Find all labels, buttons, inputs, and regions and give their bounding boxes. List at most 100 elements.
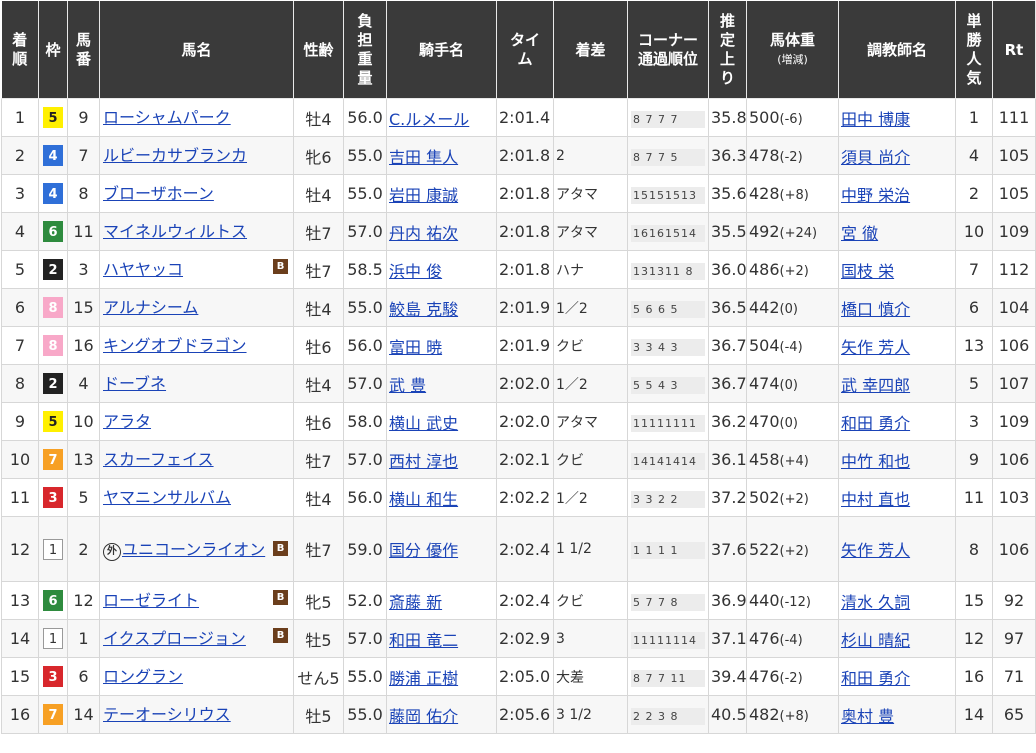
rating-value: 65 [1003,705,1025,724]
jockey-link[interactable]: 横山 武史 [389,414,458,433]
jockey-link[interactable]: 鮫島 克駿 [389,300,458,319]
weight-cell: 57.0 [343,212,387,251]
trainer-link[interactable]: 清水 久詞 [841,593,910,612]
rt-cell: 109 [992,212,1036,251]
jockey-link[interactable]: 吉田 隼人 [389,148,458,167]
bodyweight-diff: (0) [779,302,798,317]
rank-cell: 14 [1,619,39,658]
waku-badge: 7 [43,449,63,470]
trainer-link[interactable]: 和田 勇介 [841,669,910,688]
horse-name-link[interactable]: ドーブネ [103,374,166,393]
jockey-link[interactable]: 富田 暁 [389,338,442,357]
margin-cell: クビ [553,440,628,479]
time-cell: 2:01.8 [496,174,554,213]
jockey-link[interactable]: 国分 優作 [389,541,458,560]
horse-name-link[interactable]: ヤマニンサルバム [103,488,231,507]
horse-name-link[interactable]: アラタ [103,412,151,431]
weight-cell: 58.0 [343,402,387,441]
waku-badge: 5 [43,411,63,432]
rank-cell: 8 [1,364,39,403]
jockey-link[interactable]: 藤岡 佑介 [389,707,458,726]
horse-name-link[interactable]: ローゼライト [103,591,199,610]
time-cell: 2:01.4 [496,98,554,137]
h-weight-line: 負 [357,11,373,30]
trainer-link[interactable]: 須貝 尚介 [841,148,910,167]
bodyweight-value: 502 [749,488,780,507]
popularity-value: 2 [968,184,980,203]
trainer-link[interactable]: 中野 栄治 [841,186,910,205]
trainer-link[interactable]: 橋口 慎介 [841,300,910,319]
jockey-cell: 鮫島 克駿 [386,288,497,327]
horse-name-link[interactable]: ハヤヤッコ [103,260,183,279]
time-value: 2:02.0 [499,374,551,393]
last3f-cell: 35.6 [708,174,747,213]
trainer-link[interactable]: 中竹 和也 [841,452,910,471]
weight-value: 55.0 [347,298,383,317]
trainer-link[interactable]: 和田 勇介 [841,414,910,433]
popularity-value: 3 [968,412,980,431]
jockey-link[interactable]: 和田 竜二 [389,631,458,650]
waku-cell: 1 [38,516,68,582]
h-last3f-line: 上 [719,49,735,68]
trainer-cell: 国枝 栄 [838,250,956,289]
horse-name-link[interactable]: マイネルウィルトス [103,222,247,241]
horse-name-link[interactable]: キングオブドラゴン [103,336,247,355]
horse-name-link[interactable]: ブローザホーン [103,184,214,203]
trainer-cell: 中村 直也 [838,478,956,517]
rt-cell: 65 [992,695,1036,734]
horse-name-link[interactable]: ルビーカサブランカ [103,146,247,165]
last3f-cell: 36.2 [708,402,747,441]
time-value: 2:01.8 [499,222,551,241]
horse-cell: ロングラン [99,657,294,696]
trainer-link[interactable]: 矢作 芳人 [841,541,910,560]
trainer-link[interactable]: 中村 直也 [841,490,910,509]
umaban-value: 11 [73,222,94,241]
margin-cell: ハナ [553,250,628,289]
jockey-link[interactable]: 勝浦 正樹 [389,669,458,688]
trainer-link[interactable]: 矢作 芳人 [841,338,910,357]
margin-value: クビ [556,338,584,355]
popularity-value: 10 [963,222,985,241]
horse-name-link[interactable]: アルナシーム [103,298,198,317]
bodyweight-value: 428 [749,184,780,203]
jockey-link[interactable]: 斎藤 新 [389,593,442,612]
blinker-badge: B [273,259,288,274]
horse-cell: イクスプロージョン B [99,619,294,658]
jockey-link[interactable]: 横山 和生 [389,490,458,509]
trainer-link[interactable]: 杉山 晴紀 [841,631,910,650]
trainer-cell: 武 幸四郎 [838,364,956,403]
rank-value: 8 [14,374,26,393]
header-bodyweight: 馬体重 (増減) [746,1,839,99]
jockey-link[interactable]: 西村 淳也 [389,452,458,471]
corner-cell: 16161514 [627,212,709,251]
horse-name-link[interactable]: ローシャムパーク [103,108,231,127]
margin-cell: クビ [553,326,628,365]
horse-name-link[interactable]: スカーフェイス [103,450,214,469]
jockey-link[interactable]: 岩田 康誠 [389,186,458,205]
last3f-value: 39.4 [711,667,747,686]
horse-name-link[interactable]: ユニコーンライオン [122,540,265,559]
margin-cell: 1 1/2 [553,516,628,582]
margin-cell: 2 [553,136,628,175]
trainer-link[interactable]: 武 幸四郎 [841,376,910,395]
jockey-link[interactable]: 武 豊 [389,376,426,395]
waku-cell: 7 [38,695,68,734]
table-header-row: 着順 枠 馬番 馬名 性齢 負担重量 騎手名 タイム 着差 コーナー 通過順位 推… [1,1,1036,99]
trainer-link[interactable]: 田中 博康 [841,110,910,129]
horse-name-link[interactable]: イクスプロージョン [103,629,246,648]
jockey-link[interactable]: C.ルメール [389,110,469,129]
margin-cell: 1／2 [553,478,628,517]
bodyweight-diff: (+8) [779,709,809,724]
jockey-link[interactable]: 丹内 祐次 [389,224,458,243]
horse-name-link[interactable]: ロングラン [103,667,183,686]
jockey-link[interactable]: 浜中 俊 [389,262,442,281]
corner-cell: 11111111 [627,402,709,441]
table-row: 16 7 14 テーオーシリウス 牡5 55.0 藤岡 佑介 2:05.6 3 1/2 2 2 3… [1,695,1036,734]
bodyweight-value: 474 [749,374,780,393]
trainer-link[interactable]: 奥村 豊 [841,707,894,726]
weight-value: 56.0 [347,108,383,127]
horse-name-link[interactable]: テーオーシリウス [103,705,231,724]
trainer-link[interactable]: 国枝 栄 [841,262,894,281]
trainer-link[interactable]: 宮 徹 [841,224,878,243]
pop-cell: 7 [955,250,993,289]
